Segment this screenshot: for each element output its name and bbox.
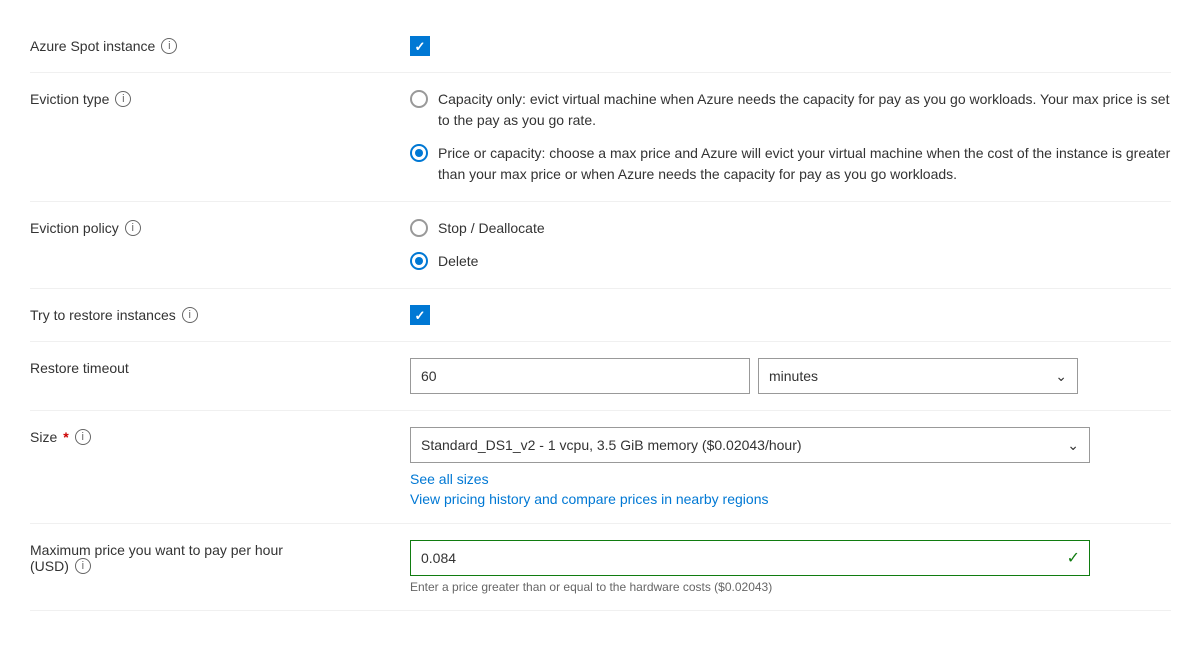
view-pricing-link[interactable]: View pricing history and compare prices … [410,491,1171,507]
max-price-info-icon[interactable]: i [75,558,91,574]
see-all-sizes-link[interactable]: See all sizes [410,471,1171,487]
size-control: Standard_DS1_v2 - 1 vcpu, 3.5 GiB memory… [410,427,1171,507]
azure-spot-row: Azure Spot instance i ✓ [30,20,1171,73]
restore-instances-checkmark: ✓ [415,309,426,322]
size-label: Size * i [30,427,410,445]
eviction-policy-delete-text: Delete [438,251,478,272]
max-price-valid-icon: ✓ [1067,548,1080,568]
max-price-control: ✓ Enter a price greater than or equal to… [410,540,1171,594]
size-dropdown[interactable]: Standard_DS1_v2 - 1 vcpu, 3.5 GiB memory… [410,427,1090,463]
eviction-policy-control: Stop / Deallocate Delete [410,218,1171,272]
restore-timeout-control: minutes ⌄ [410,358,1171,394]
eviction-policy-stop-deallocate[interactable]: Stop / Deallocate [410,218,1171,239]
eviction-type-capacity-radio[interactable] [410,90,428,108]
size-required-marker: * [63,429,68,445]
azure-spot-control: ✓ [410,36,1171,56]
eviction-policy-delete[interactable]: Delete [410,251,1171,272]
max-price-label-row1: Maximum price you want to pay per hour [30,542,283,558]
eviction-policy-label-text: Eviction policy [30,220,119,236]
max-price-hint: Enter a price greater than or equal to t… [410,580,1171,594]
restore-timeout-row: Restore timeout minutes ⌄ [30,342,1171,411]
restore-instances-label-text: Try to restore instances [30,307,176,323]
azure-spot-checkbox[interactable]: ✓ [410,36,430,56]
max-price-label-text: Maximum price you want to pay per hour [30,542,283,558]
eviction-type-price-radio[interactable] [410,144,428,162]
restore-timeout-chevron-icon: ⌄ [1055,368,1067,385]
eviction-type-control: Capacity only: evict virtual machine whe… [410,89,1171,185]
eviction-policy-radio-group: Stop / Deallocate Delete [410,218,1171,272]
size-row: Size * i Standard_DS1_v2 - 1 vcpu, 3.5 G… [30,411,1171,524]
max-price-label: Maximum price you want to pay per hour (… [30,540,410,574]
max-price-input[interactable] [410,540,1090,576]
restore-timeout-unit-select[interactable]: minutes ⌄ [758,358,1078,394]
eviction-policy-stop-text: Stop / Deallocate [438,218,545,239]
eviction-type-capacity-text: Capacity only: evict virtual machine whe… [438,89,1171,131]
restore-timeout-input-row: minutes ⌄ [410,358,1171,394]
size-label-text: Size [30,429,57,445]
eviction-type-label: Eviction type i [30,89,410,107]
restore-timeout-input[interactable] [410,358,750,394]
restore-timeout-label-text: Restore timeout [30,360,129,376]
restore-instances-control: ✓ [410,305,1171,325]
size-links: See all sizes View pricing history and c… [410,471,1171,507]
eviction-type-row: Eviction type i Capacity only: evict vir… [30,73,1171,202]
max-price-label-row2: (USD) i [30,558,283,574]
eviction-type-info-icon[interactable]: i [115,91,131,107]
eviction-policy-delete-radio[interactable] [410,252,428,270]
restore-timeout-unit-value: minutes [769,368,818,384]
eviction-type-price-text: Price or capacity: choose a max price an… [438,143,1171,185]
azure-spot-label: Azure Spot instance i [30,36,410,54]
restore-instances-label: Try to restore instances i [30,305,410,323]
restore-instances-checkbox[interactable]: ✓ [410,305,430,325]
size-selected-value: Standard_DS1_v2 - 1 vcpu, 3.5 GiB memory… [421,437,802,453]
eviction-policy-label: Eviction policy i [30,218,410,236]
eviction-type-label-text: Eviction type [30,91,109,107]
eviction-policy-row: Eviction policy i Stop / Deallocate Dele… [30,202,1171,289]
size-info-icon[interactable]: i [75,429,91,445]
eviction-type-price-or-capacity[interactable]: Price or capacity: choose a max price an… [410,143,1171,185]
azure-spot-info-icon[interactable]: i [161,38,177,54]
azure-spot-label-text: Azure Spot instance [30,38,155,54]
eviction-policy-info-icon[interactable]: i [125,220,141,236]
eviction-type-capacity-only[interactable]: Capacity only: evict virtual machine whe… [410,89,1171,131]
restore-timeout-label: Restore timeout [30,358,410,376]
azure-spot-checkmark: ✓ [415,40,426,53]
restore-instances-row: Try to restore instances i ✓ [30,289,1171,342]
max-price-label-multiline: Maximum price you want to pay per hour (… [30,542,283,574]
eviction-type-radio-group: Capacity only: evict virtual machine whe… [410,89,1171,185]
max-price-label-usd: (USD) [30,558,69,574]
max-price-input-wrapper: ✓ [410,540,1090,576]
eviction-policy-stop-radio[interactable] [410,219,428,237]
restore-instances-info-icon[interactable]: i [182,307,198,323]
size-chevron-icon: ⌄ [1067,437,1079,454]
max-price-row: Maximum price you want to pay per hour (… [30,524,1171,611]
